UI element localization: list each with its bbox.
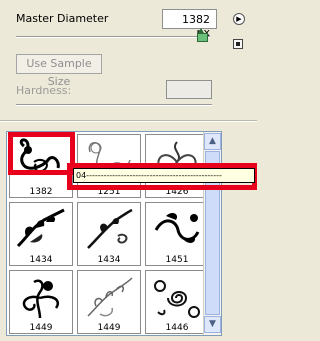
brush-preset[interactable]: 1446 <box>145 270 209 334</box>
brush-size-label: 1434 <box>97 255 121 265</box>
leaf-brush-icon <box>16 208 65 248</box>
spiral-brush-icon <box>154 280 200 318</box>
brush-size-label: 1451 <box>165 255 189 265</box>
panel-menu-arrow-icon[interactable]: ▶ <box>233 13 245 25</box>
scroll-up-icon[interactable]: ▲ <box>204 133 221 150</box>
hardness-label: Hardness: <box>16 84 72 97</box>
new-preset-icon[interactable] <box>233 39 243 49</box>
master-diameter-slider-handle[interactable] <box>197 28 209 42</box>
brush-preset[interactable]: 1434 <box>9 202 73 266</box>
brush-preset[interactable]: 1449 <box>9 270 73 334</box>
floral-brush-icon <box>22 279 59 319</box>
master-diameter-slider[interactable] <box>16 36 210 38</box>
flourish-brush-icon <box>154 213 200 243</box>
brush-size-label: 1446 <box>165 323 189 333</box>
brush-size-label: 1449 <box>29 323 53 333</box>
vine-brush-icon <box>87 277 133 317</box>
brush-preset[interactable]: 1434 <box>77 202 141 266</box>
use-sample-size-button[interactable]: Use Sample Size <box>16 54 102 88</box>
panel-divider <box>0 120 257 122</box>
master-diameter-input[interactable]: 1382 px <box>162 9 217 39</box>
brush-size-label: 1449 <box>97 323 121 333</box>
selected-brush-highlight-top <box>8 132 75 170</box>
hardness-slider[interactable] <box>16 104 212 106</box>
brush-size-label: 1434 <box>29 255 53 265</box>
hardness-swatch <box>166 80 212 99</box>
brush-preset[interactable]: 1451 <box>145 202 209 266</box>
scroll-down-icon[interactable]: ▼ <box>204 316 221 333</box>
leaf-brush-icon <box>87 208 133 249</box>
master-diameter-label: Master Diameter <box>16 12 109 25</box>
brush-size-label: 1382 <box>29 187 53 197</box>
brush-preset[interactable]: 1449 <box>77 270 141 334</box>
brush-name-tooltip: 04--------------------------------------… <box>73 168 255 183</box>
